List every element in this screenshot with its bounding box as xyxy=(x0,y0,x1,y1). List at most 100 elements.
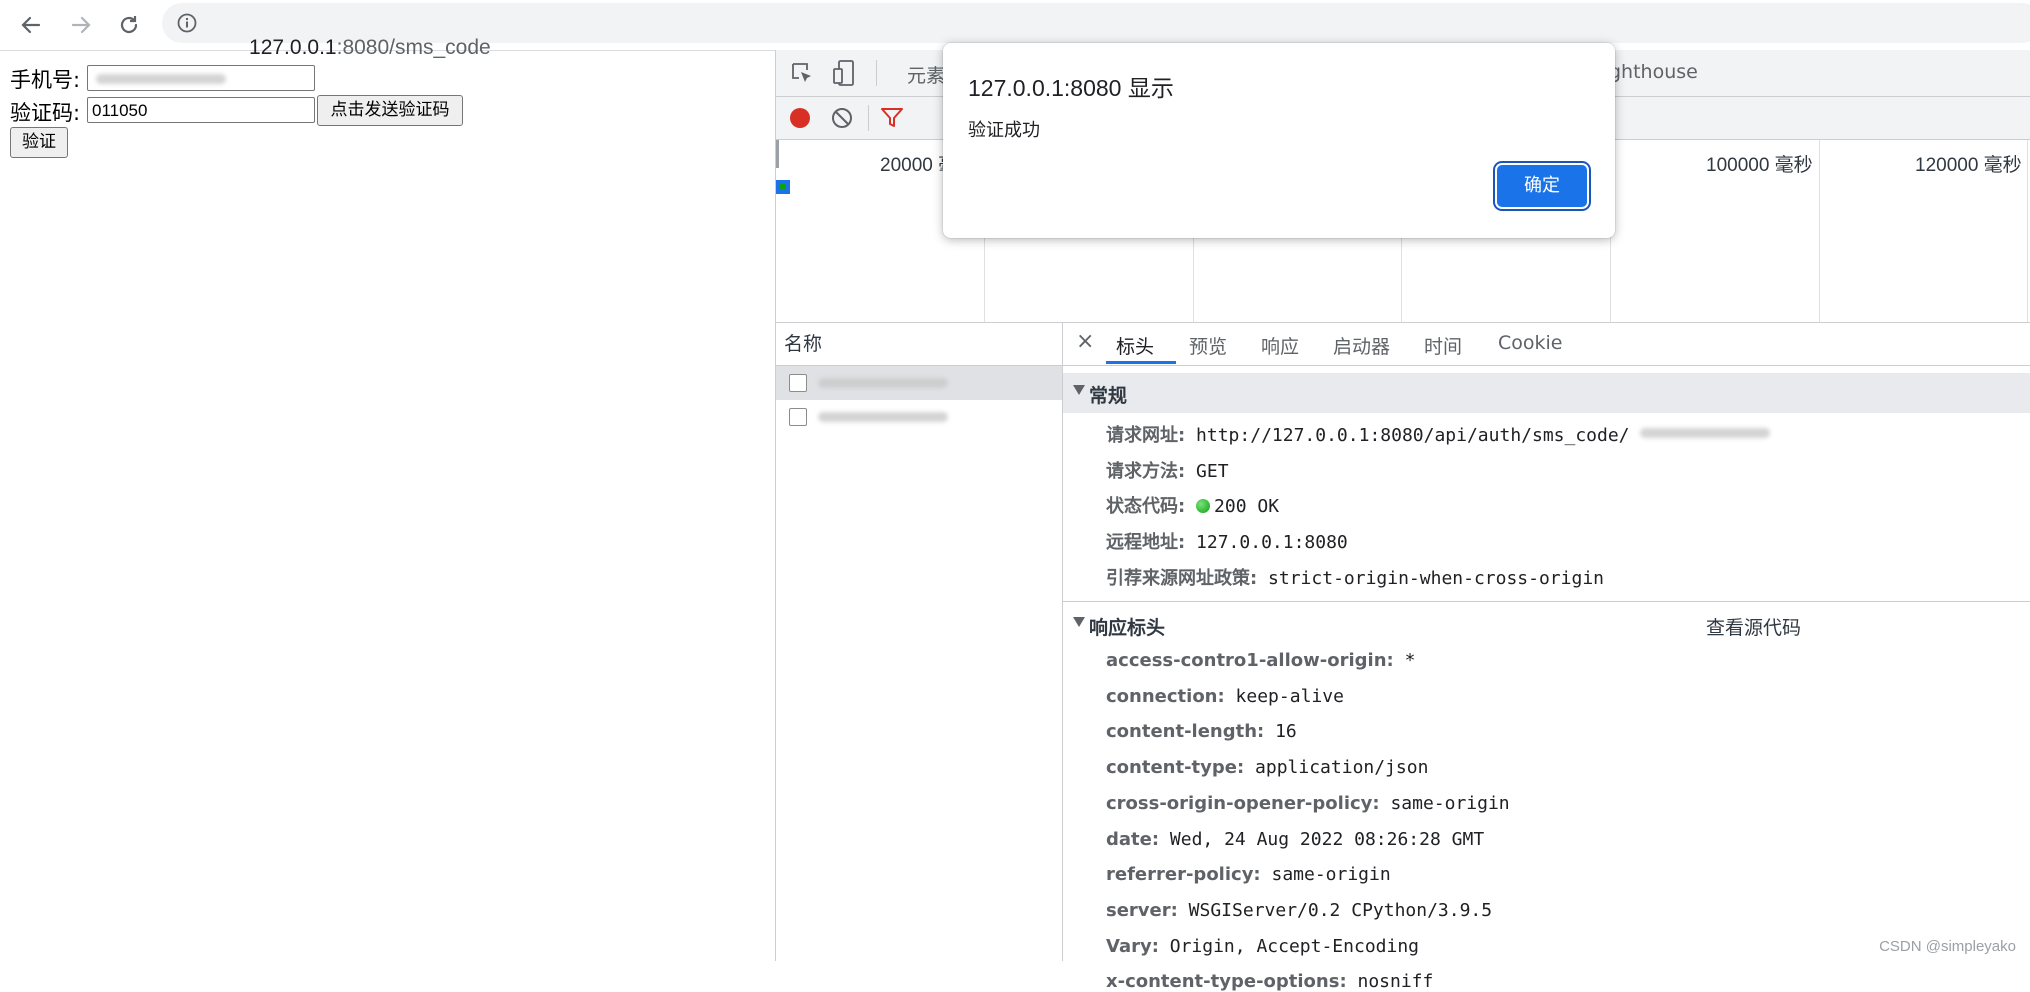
response-headers-title: 响应标头 xyxy=(1089,617,1166,639)
reload-button[interactable] xyxy=(112,8,146,42)
tab-initiator[interactable]: 启动器 xyxy=(1333,332,1390,359)
toolbar-divider xyxy=(876,60,877,86)
general-section-header[interactable]: 常规 xyxy=(1063,373,2030,413)
response-headers-section-header[interactable]: 响应标头 查看源代码 xyxy=(1063,605,2030,645)
info-icon[interactable] xyxy=(176,12,198,34)
timeline-request-bar xyxy=(776,180,790,194)
phone-input[interactable] xyxy=(87,65,315,91)
request-checkbox[interactable] xyxy=(789,408,807,426)
url-host: 127.0.0.1 xyxy=(249,36,337,59)
timeline-divider xyxy=(2027,140,2028,322)
header-key: 引荐来源网址政策: xyxy=(1106,568,1258,589)
reload-icon xyxy=(120,16,138,34)
alert-title: 127.0.0.1:8080 显示 xyxy=(968,75,1174,101)
arrow-right-icon xyxy=(71,16,91,34)
header-value: http://127.0.0.1:8080/api/auth/sms_code/ xyxy=(1196,425,1630,446)
verify-button[interactable]: 验证 xyxy=(10,127,68,158)
view-source-link[interactable]: 查看源代码 xyxy=(1706,613,1801,640)
request-detail: × 标头 预览 响应 启动器 时间 Cookie 常规 请求网址: http:/… xyxy=(1063,323,2030,992)
header-key: 请求网址: xyxy=(1106,425,1186,446)
collapse-triangle-icon xyxy=(1073,385,1085,395)
header-value: Origin, Accept-Encoding xyxy=(1169,935,1419,957)
response-header-row: date: Wed, 24 Aug 2022 08:26:28 GMT xyxy=(1106,829,1484,850)
address-bar[interactable]: 127.0.0.1:8080/sms_code xyxy=(162,3,2030,59)
response-header-row: content-type: application/json xyxy=(1106,757,1428,778)
request-list-header[interactable]: 名称 xyxy=(776,323,1062,366)
tab-elements[interactable]: 元素 xyxy=(907,61,945,88)
device-toggle-icon[interactable] xyxy=(832,59,856,87)
header-value: Wed, 24 Aug 2022 08:26:28 GMT xyxy=(1169,828,1485,850)
header-key: referrer-policy: xyxy=(1106,864,1261,886)
timeline-divider xyxy=(1819,140,1820,322)
section-divider xyxy=(1063,601,2030,602)
header-value: same-origin xyxy=(1390,792,1510,814)
response-header-row: x-content-type-options: nosniff xyxy=(1106,971,1433,992)
request-row[interactable] xyxy=(776,366,1062,400)
header-key: cross-origin-opener-policy: xyxy=(1106,792,1380,814)
header-key: connection: xyxy=(1106,685,1225,707)
close-icon[interactable]: × xyxy=(1076,329,1094,354)
tab-headers[interactable]: 标头 xyxy=(1116,332,1154,359)
timeline-cursor xyxy=(776,140,779,168)
request-list: 名称 xyxy=(776,323,1063,961)
header-key: x-content-type-options: xyxy=(1106,971,1347,992)
blurred-request-name xyxy=(818,412,948,422)
header-key: 远程地址: xyxy=(1106,532,1186,553)
code-input[interactable]: 011050 xyxy=(87,97,315,123)
back-button[interactable] xyxy=(14,8,48,42)
status-ok-icon xyxy=(1196,499,1211,513)
header-value: 200 OK xyxy=(1214,496,1280,517)
phone-label: 手机号: xyxy=(10,68,81,92)
response-header-row: content-length: 16 xyxy=(1106,721,1297,742)
clear-icon[interactable] xyxy=(831,107,853,129)
header-key: server: xyxy=(1106,899,1178,921)
blurred-phone-number xyxy=(96,74,226,84)
alert-message: 验证成功 xyxy=(968,120,1040,141)
forward-button[interactable] xyxy=(64,8,98,42)
inspect-element-icon[interactable] xyxy=(790,61,814,85)
header-key: 请求方法: xyxy=(1106,461,1186,482)
active-tab-indicator xyxy=(1106,361,1176,364)
filter-icon[interactable] xyxy=(880,107,904,129)
general-row-referrer: 引荐来源网址政策: strict-origin-when-cross-origi… xyxy=(1106,564,1604,590)
response-header-row: connection: keep-alive xyxy=(1106,686,1344,707)
blurred-phone-number xyxy=(1640,428,1771,438)
header-value: nosniff xyxy=(1357,971,1434,992)
tab-cookies[interactable]: Cookie xyxy=(1498,332,1563,354)
general-row-status: 状态代码: 200 OK xyxy=(1106,492,1279,518)
timeline-label: 100000 毫秒 xyxy=(1706,155,1813,176)
general-row-remote: 远程地址: 127.0.0.1:8080 xyxy=(1106,528,1348,554)
header-value: same-origin xyxy=(1271,864,1391,886)
header-key: access-contro1-allow-origin: xyxy=(1106,650,1394,671)
header-value: keep-alive xyxy=(1235,685,1344,707)
timeline-label: 120000 毫秒 xyxy=(1915,155,2022,176)
header-key: content-type: xyxy=(1106,757,1245,779)
alert-ok-button[interactable]: 确定 xyxy=(1497,165,1587,207)
response-header-row: referrer-policy: same-origin xyxy=(1106,864,1391,885)
tab-response[interactable]: 响应 xyxy=(1261,332,1299,359)
header-key: 状态代码: xyxy=(1106,496,1186,517)
arrow-left-icon xyxy=(21,16,41,34)
header-key: Vary: xyxy=(1106,935,1159,957)
header-value: WSGIServer/0.2 CPython/3.9.5 xyxy=(1188,899,1493,921)
watermark: CSDN @simpleyako xyxy=(1879,938,2016,955)
tab-lighthouse[interactable]: ghthouse xyxy=(1609,61,1698,83)
response-header-row: Vary: Origin, Accept-Encoding xyxy=(1106,936,1419,957)
toolbar-divider xyxy=(868,105,869,131)
alert-dialog: 127.0.0.1:8080 显示 验证成功 确定 xyxy=(943,43,1615,238)
response-header-row: server: WSGIServer/0.2 CPython/3.9.5 xyxy=(1106,900,1492,921)
request-row[interactable] xyxy=(776,400,1062,434)
general-row-url: 请求网址: http://127.0.0.1:8080/api/auth/sms… xyxy=(1106,421,1771,447)
code-label: 验证码: xyxy=(10,101,81,125)
tab-timing[interactable]: 时间 xyxy=(1424,332,1462,359)
tab-preview[interactable]: 预览 xyxy=(1189,332,1227,359)
send-code-button[interactable]: 点击发送验证码 xyxy=(317,95,463,126)
detail-tabbar: × 标头 预览 响应 启动器 时间 Cookie xyxy=(1063,323,2030,366)
header-value: 16 xyxy=(1275,721,1297,743)
record-icon[interactable] xyxy=(788,106,812,130)
collapse-triangle-icon xyxy=(1073,617,1085,627)
blurred-request-name xyxy=(818,378,948,388)
request-checkbox[interactable] xyxy=(789,374,807,392)
header-value: 127.0.0.1:8080 xyxy=(1196,532,1348,553)
header-value: GET xyxy=(1196,461,1229,482)
